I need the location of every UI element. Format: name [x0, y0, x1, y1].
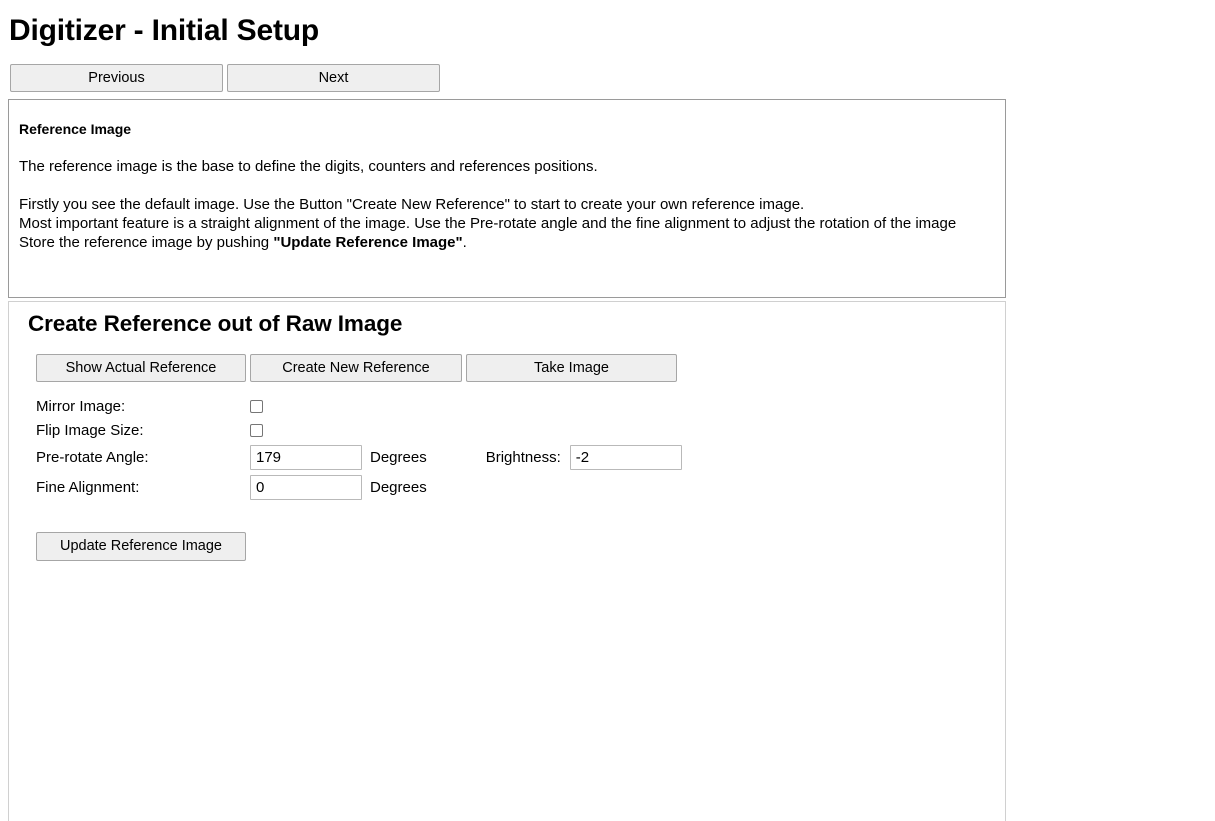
page-title: Digitizer - Initial Setup — [9, 14, 320, 47]
info-line-3-bold: "Update Reference Image" — [273, 233, 463, 251]
info-paragraph-1: The reference image is the base to defin… — [19, 157, 598, 175]
info-panel-heading: Reference Image — [19, 121, 132, 137]
brightness-group: Brightness: — [485, 444, 682, 470]
info-line-3: Store the reference image by pushing "Up… — [19, 233, 993, 252]
previous-button[interactable]: Previous — [10, 64, 223, 92]
take-image-button[interactable]: Take Image — [466, 354, 677, 382]
mirror-image-label: Mirror Image: — [36, 397, 126, 415]
create-reference-panel: Create Reference out of Raw Image Show A… — [8, 301, 1006, 821]
pre-rotate-angle-unit: Degrees — [370, 448, 427, 466]
update-button-row: Update Reference Image — [9, 502, 1005, 561]
reference-settings-fields: Mirror Image: Flip Image Size: Pre-rotat… — [9, 382, 1005, 502]
navigation-button-row: Previous Next — [0, 64, 1215, 92]
info-paragraph-2: Firstly you see the default image. Use t… — [19, 176, 993, 252]
fine-alignment-input[interactable] — [250, 474, 362, 500]
flip-image-size-checkbox[interactable] — [250, 423, 263, 437]
update-reference-image-button[interactable]: Update Reference Image — [36, 532, 246, 561]
fine-alignment-label: Fine Alignment: — [36, 478, 140, 496]
pre-rotate-angle-label: Pre-rotate Angle: — [36, 448, 149, 466]
fine-alignment-row: Fine Alignment: Degrees — [36, 472, 1005, 502]
brightness-label: Brightness: — [485, 448, 561, 466]
flip-image-size-label: Flip Image Size: — [36, 421, 144, 439]
info-panel-body: The reference image is the base to defin… — [9, 138, 1005, 252]
info-line-3-suffix: . — [462, 233, 467, 251]
form-heading: Create Reference out of Raw Image — [28, 311, 403, 336]
next-button[interactable]: Next — [227, 64, 440, 92]
show-actual-reference-button[interactable]: Show Actual Reference — [36, 354, 246, 382]
info-line-3-prefix: Store the reference image by pushing — [19, 233, 274, 251]
flip-image-size-row: Flip Image Size: — [36, 418, 1005, 442]
reference-image-info-panel: Reference Image The reference image is t… — [8, 99, 1006, 298]
create-new-reference-button[interactable]: Create New Reference — [250, 354, 462, 382]
info-line-1: Firstly you see the default image. Use t… — [19, 195, 805, 213]
mirror-image-checkbox[interactable] — [250, 399, 263, 413]
pre-rotate-angle-row: Pre-rotate Angle: Degrees Brightness: — [36, 442, 1005, 472]
brightness-input[interactable] — [569, 444, 682, 470]
mirror-image-row: Mirror Image: — [36, 394, 1005, 418]
reference-action-button-row: Show Actual Reference Create New Referen… — [9, 337, 1005, 382]
fine-alignment-unit: Degrees — [370, 478, 427, 496]
info-line-2: Most important feature is a straight ali… — [19, 214, 957, 232]
pre-rotate-angle-input[interactable] — [250, 444, 362, 470]
